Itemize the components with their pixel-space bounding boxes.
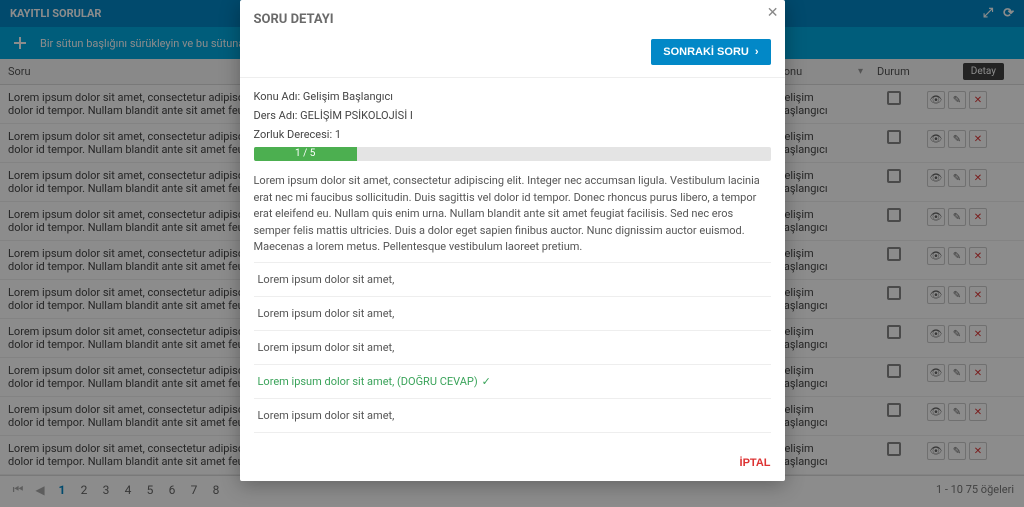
progress-bar: 1 / 5 bbox=[254, 147, 771, 161]
next-question-button[interactable]: SONRAKİ SORU › bbox=[651, 39, 770, 65]
option[interactable]: Lorem ipsum dolor sit amet, bbox=[254, 330, 771, 364]
cancel-button[interactable]: İPTAL bbox=[740, 457, 771, 469]
modal-backdrop[interactable]: ✕ SORU DETAYI SONRAKİ SORU › Konu Adı: G… bbox=[0, 0, 1024, 507]
check-icon: ✓ bbox=[482, 375, 491, 388]
close-icon[interactable]: ✕ bbox=[767, 4, 779, 21]
chevron-right-icon: › bbox=[755, 46, 759, 58]
modal: ✕ SORU DETAYI SONRAKİ SORU › Konu Adı: G… bbox=[240, 0, 785, 481]
modal-title: SORU DETAYI bbox=[254, 12, 771, 27]
option[interactable]: Lorem ipsum dolor sit amet, bbox=[254, 262, 771, 296]
option[interactable]: Lorem ipsum dolor sit amet, bbox=[254, 296, 771, 330]
meta-konu: Konu Adı: Gelişim Başlangıcı bbox=[254, 90, 771, 103]
meta-ders: Ders Adı: GELİŞİM PSİKOLOJİSİ I bbox=[254, 109, 771, 122]
question-text: Lorem ipsum dolor sit amet, consectetur … bbox=[254, 173, 771, 256]
option-correct[interactable]: Lorem ipsum dolor sit amet, (DOĞRU CEVAP… bbox=[254, 364, 771, 398]
progress-label: 1 / 5 bbox=[254, 147, 357, 161]
meta-zorluk: Zorluk Derecesi: 1 bbox=[254, 128, 771, 141]
option[interactable]: Lorem ipsum dolor sit amet, bbox=[254, 398, 771, 433]
